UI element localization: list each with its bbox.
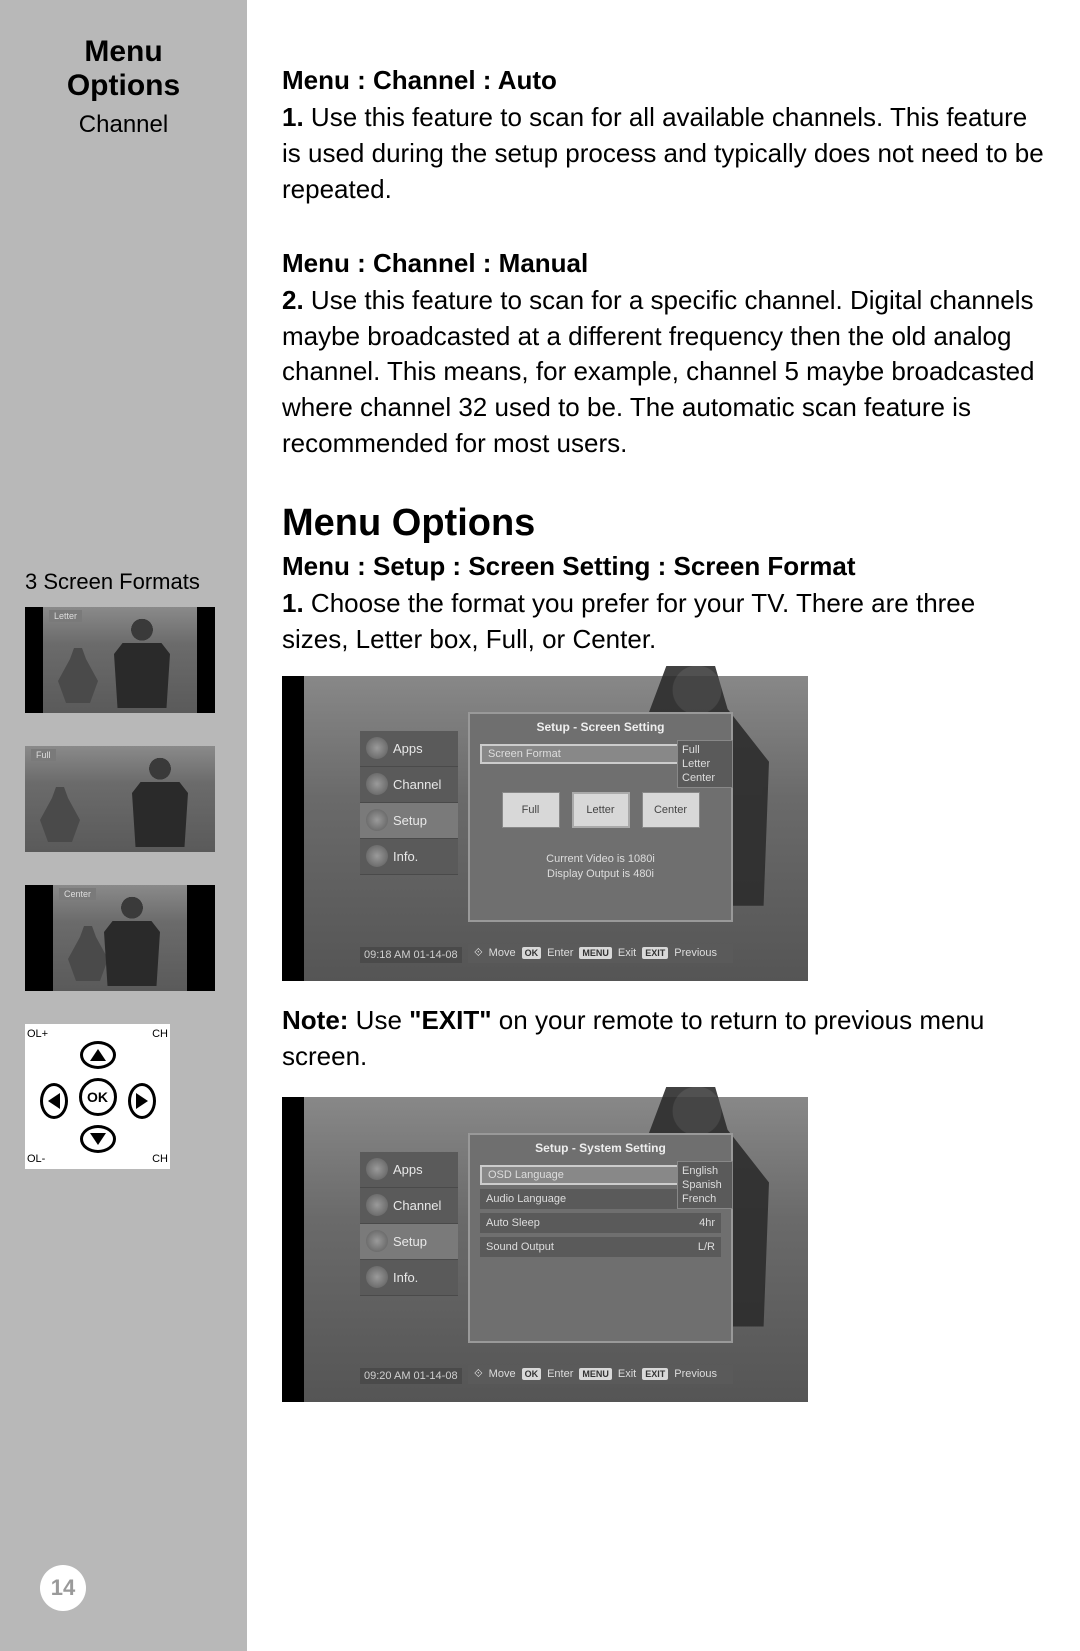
thumb-center: Center bbox=[25, 885, 215, 991]
apps-icon bbox=[366, 737, 388, 759]
sidebar-subtitle: Channel bbox=[25, 111, 222, 139]
screenshot-screen-setting: Apps Channel Setup Info. Setup - Screen … bbox=[282, 676, 808, 981]
info-icon bbox=[366, 845, 388, 867]
osd-menu-channel: Channel bbox=[360, 767, 458, 803]
setup-icon bbox=[366, 1230, 388, 1252]
vol-minus-label: OL- bbox=[27, 1153, 45, 1165]
osd-menu-apps: Apps bbox=[360, 1152, 458, 1188]
osd-menu-setup: Setup bbox=[360, 1224, 458, 1260]
osd-panel: Setup - System Setting OSD LanguageEngli… bbox=[468, 1133, 733, 1343]
heading-channel-auto: Menu : Channel : Auto bbox=[282, 65, 1045, 96]
osd-dropdown: Full Letter Center bbox=[677, 740, 733, 788]
vol-plus-label: OL+ bbox=[27, 1028, 48, 1040]
setup-icon bbox=[366, 809, 388, 831]
heading-screen-format: Menu : Setup : Screen Setting : Screen F… bbox=[282, 551, 1045, 582]
ch-minus-label: CH bbox=[152, 1153, 168, 1165]
osd-menu-info: Info. bbox=[360, 839, 458, 875]
osd-row-sound-output: Sound OutputL/R bbox=[480, 1237, 721, 1257]
osd-menu-channel: Channel bbox=[360, 1188, 458, 1224]
heading-menu-options: Menu Options bbox=[282, 502, 1045, 545]
main-content: Menu : Channel : Auto 1. Use this featur… bbox=[247, 0, 1080, 1651]
thumb-full: Full bbox=[25, 746, 215, 852]
note-exit: Note: Use "EXIT" on your remote to retur… bbox=[282, 1003, 1045, 1075]
osd-sidebar: Apps Channel Setup Info. bbox=[360, 731, 458, 875]
osd-dropdown: English Spanish French bbox=[677, 1161, 733, 1209]
formats-label: 3 Screen Formats bbox=[25, 569, 222, 595]
osd-sidebar: Apps Channel Setup Info. bbox=[360, 1152, 458, 1296]
thumb-tag: Letter bbox=[49, 610, 82, 622]
osd-hint-bar: ⟐Move OKEnter MENUExit EXITPrevious bbox=[468, 944, 733, 963]
channel-icon bbox=[366, 1194, 388, 1216]
osd-panel-title: Setup - Screen Setting bbox=[470, 714, 731, 740]
fmt-letter: Letter bbox=[572, 792, 630, 828]
apps-icon bbox=[366, 1158, 388, 1180]
channel-icon bbox=[366, 773, 388, 795]
fmt-full: Full bbox=[502, 792, 560, 828]
osd-timestamp: 09:20 AM 01-14-08 bbox=[360, 1368, 462, 1384]
osd-hint-bar: ⟐Move OKEnter MENUExit EXITPrevious bbox=[468, 1365, 733, 1384]
page-number: 14 bbox=[40, 1565, 86, 1611]
thumb-tag: Full bbox=[31, 749, 56, 761]
arrow-left-icon bbox=[40, 1083, 68, 1119]
arrow-down-icon bbox=[80, 1125, 116, 1153]
info-icon bbox=[366, 1266, 388, 1288]
osd-menu-setup: Setup bbox=[360, 803, 458, 839]
osd-menu-info: Info. bbox=[360, 1260, 458, 1296]
fmt-center: Center bbox=[642, 792, 700, 828]
ok-button-icon: OK bbox=[79, 1078, 117, 1116]
sidebar-title: Menu Options bbox=[25, 35, 222, 103]
osd-menu-apps: Apps bbox=[360, 731, 458, 767]
osd-display-output: Display Output is 480i bbox=[470, 867, 731, 882]
move-icon: ⟐ bbox=[474, 947, 483, 960]
ch-plus-label: CH bbox=[152, 1028, 168, 1040]
move-icon: ⟐ bbox=[474, 1368, 483, 1381]
heading-channel-manual: Menu : Channel : Manual bbox=[282, 248, 1045, 279]
arrow-up-icon bbox=[80, 1041, 116, 1069]
thumb-letter: Letter bbox=[25, 607, 215, 713]
sidebar: Menu Options Channel 3 Screen Formats Le… bbox=[0, 0, 247, 1651]
remote-dpad: OL+ CH OL- CH OK bbox=[25, 1024, 170, 1169]
screenshot-system-setting: Apps Channel Setup Info. Setup - System … bbox=[282, 1097, 808, 1402]
osd-panel: Setup - Screen Setting Screen FormatCent… bbox=[468, 712, 733, 922]
format-buttons: Full Letter Center bbox=[470, 792, 731, 828]
thumb-tag: Center bbox=[59, 888, 96, 900]
para-screen-format: 1. Choose the format you prefer for your… bbox=[282, 586, 1045, 658]
osd-panel-title: Setup - System Setting bbox=[470, 1135, 731, 1161]
arrow-right-icon bbox=[128, 1083, 156, 1119]
osd-current-video: Current Video is 1080i bbox=[470, 852, 731, 867]
osd-row-auto-sleep: Auto Sleep4hr bbox=[480, 1213, 721, 1233]
osd-timestamp: 09:18 AM 01-14-08 bbox=[360, 947, 462, 963]
para-channel-manual: 2. Use this feature to scan for a specif… bbox=[282, 283, 1045, 462]
para-channel-auto: 1. Use this feature to scan for all avai… bbox=[282, 100, 1045, 208]
